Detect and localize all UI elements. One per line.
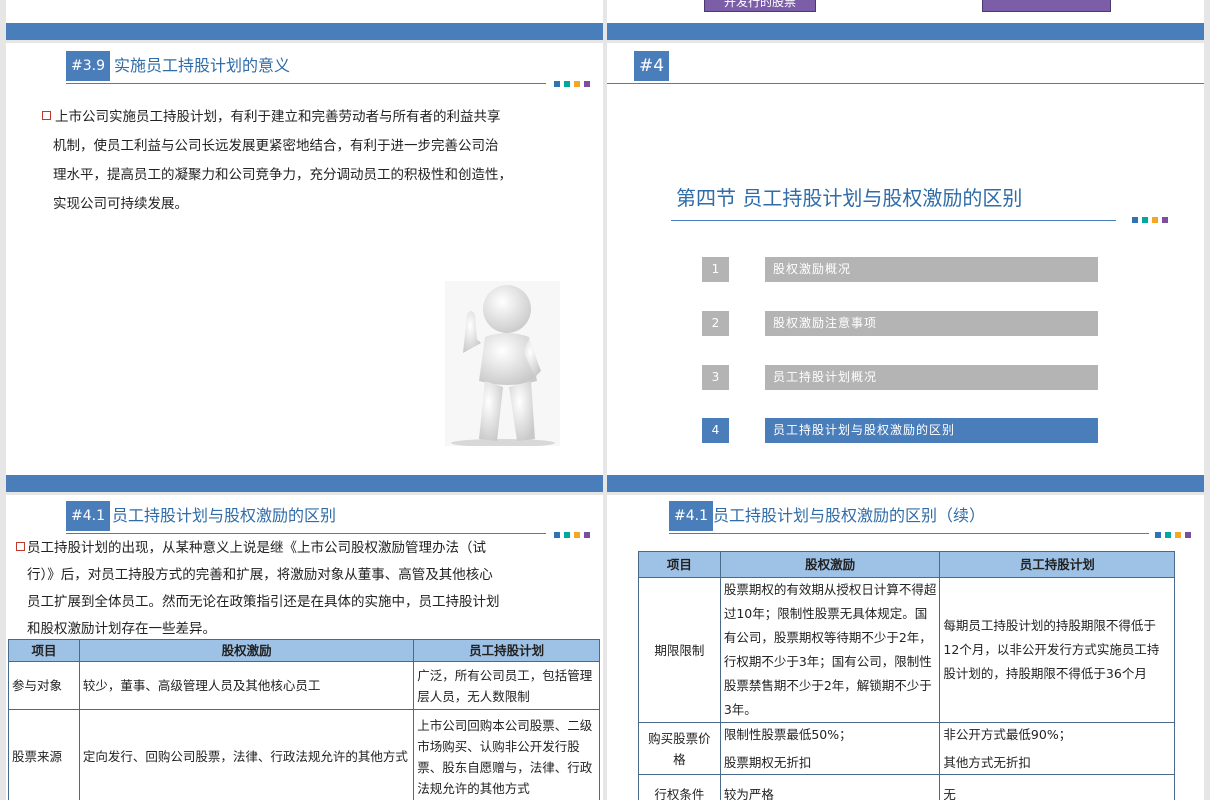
menu-label: 员工持股计划概况 <box>765 365 1098 390</box>
table-header: 项目 <box>638 551 721 578</box>
slide-3-9[interactable]: #3.9 实施员工持股计划的意义 上市公司实施员工持股计划，有利于建立和完善劳动… <box>6 43 603 475</box>
table-cell: 期限限制 <box>638 577 721 723</box>
slide-title: 实施员工持股计划的意义 <box>114 56 291 75</box>
deco-square <box>1162 217 1168 223</box>
slide-title: 员工持股计划与股权激励的区别（续） <box>713 506 986 525</box>
table-cell: 无 <box>939 774 1175 800</box>
header-line <box>607 83 1204 84</box>
para-line: 员工持股计划的出现，从某种意义上说是继《上市公司股权激励管理办法（试 <box>16 535 586 562</box>
deco-square <box>1185 532 1191 538</box>
comparison-table-cont: 项目 股权激励 员工持股计划 期限限制 股票期权的有效期从授权日计算不得超过10… <box>638 551 1175 800</box>
section-badge: #4 <box>634 51 670 81</box>
title-underline <box>669 533 1149 534</box>
slide-title: 员工持股计划与股权激励的区别 <box>112 506 337 525</box>
title-underline <box>66 533 546 534</box>
section-badge: #4.1 <box>66 501 110 531</box>
table-header: 员工持股计划 <box>939 551 1175 578</box>
line-text: 员工持股计划的出现，从某种意义上说是继《上市公司股权激励管理办法（试 <box>27 540 486 556</box>
table-row: 股票来源 定向发行、回购公司股票，法律、行政法规允许的其他方式 上市公司回购本公… <box>8 709 600 800</box>
table-cell: 上市公司回购本公司股票、二级市场购买、认购非公开发行股票、股东自愿赠与，法律、行… <box>413 709 600 800</box>
table-row: 购买股票价格 限制性股票最低50%； 股票期权无折扣 非公开方式最低90%； 其… <box>638 722 1175 775</box>
menu-number: 1 <box>702 257 729 282</box>
table-header: 股权激励 <box>78 639 415 662</box>
fragment-box <box>982 0 1111 12</box>
table-header: 股权激励 <box>719 551 941 578</box>
comparison-table: 项目 股权激励 员工持股计划 参与对象 较少，董事、高级管理人员及其他核心员工 … <box>8 639 600 800</box>
section-badge: #3.9 <box>66 51 110 81</box>
slide-4-1[interactable]: #4.1 员工持股计划与股权激励的区别 员工持股计划的出现，从某种意义上说是继《… <box>6 495 603 800</box>
para-line: 行）》后，对员工持股方式的完善和扩展，将激励对象从董事、高管及其他核心 <box>27 567 493 583</box>
menu-number: 2 <box>702 311 729 336</box>
menu-label: 股权激励注意事项 <box>765 311 1098 336</box>
menu-label: 股权激励概况 <box>765 257 1098 282</box>
table-cell: 股票来源 <box>8 709 80 800</box>
deco-square <box>1152 217 1158 223</box>
para-line: 理水平，提高员工的凝聚力和公司竞争力，充分调动员工的积极性和创造性， <box>53 167 512 183</box>
title-underline <box>66 83 546 84</box>
menu-number: 3 <box>702 365 729 390</box>
section-badge: #4.1 <box>669 501 713 531</box>
section-title: 第四节 员工持股计划与股权激励的区别 <box>676 186 1023 210</box>
table-header: 员工持股计划 <box>413 639 600 662</box>
menu-label: 员工持股计划与股权激励的区别 <box>765 418 1098 443</box>
deco-square <box>1175 532 1181 538</box>
para-line: 实现公司可持续发展。 <box>53 196 188 212</box>
table-header: 项目 <box>8 639 80 662</box>
bullet-icon <box>42 110 51 120</box>
deco-square <box>1155 532 1161 538</box>
slide-band <box>6 475 603 492</box>
bullet-icon <box>16 541 25 551</box>
deco-square <box>564 81 570 87</box>
table-row: 行权条件 较为严格 无 <box>638 774 1175 800</box>
deco-square <box>1165 532 1171 538</box>
table-cell: 股票期权的有效期从授权日计算不得超过10年；限制性股票无具体规定。国有公司，股票… <box>719 577 941 723</box>
table-header-row: 项目 股权激励 员工持股计划 <box>8 639 600 662</box>
fragment-button: 开发行的股票 <box>704 0 816 12</box>
table-cell: 较为严格 <box>719 774 941 800</box>
body-paragraph: 上市公司实施员工持股计划，有利于建立和完善劳动者与所有者的利益共享 机制，使员工… <box>42 103 582 219</box>
table-row: 参与对象 较少，董事、高级管理人员及其他核心员工 广泛，所有公司员工，包括管理层… <box>8 661 600 710</box>
table-cell: 广泛，所有公司员工，包括管理层人员，无人数限制 <box>413 661 600 710</box>
deco-square <box>554 81 560 87</box>
table-row: 期限限制 股票期权的有效期从授权日计算不得超过10年；限制性股票无具体规定。国有… <box>638 577 1175 723</box>
slide-top-left-partial <box>6 0 603 40</box>
table-cell: 定向发行、回购公司股票，法律、行政法规允许的其他方式 <box>78 709 415 800</box>
slide-band <box>607 23 1204 40</box>
table-cell: 每期员工持股计划的持股期限不得低于12个月，以非公开发行方式实施员工持股计划的，… <box>939 577 1175 723</box>
slide-4-section[interactable]: #4 第四节 员工持股计划与股权激励的区别 1 股权激励概况 2 股权激励注意事… <box>607 43 1204 475</box>
slide-band <box>607 475 1204 492</box>
deco-square <box>1132 217 1138 223</box>
para-line: 员工扩展到全体员工。然而无论在政策指引还是在具体的实施中，员工持股计划 <box>27 594 500 610</box>
table-cell: 限制性股票最低50%； 股票期权无折扣 <box>719 722 941 775</box>
table-cell: 较少，董事、高级管理人员及其他核心员工 <box>78 661 415 710</box>
table-cell: 行权条件 <box>638 774 721 800</box>
slide-4-1-cont[interactable]: #4.1 员工持股计划与股权激励的区别（续） 项目 股权激励 员工持股计划 期限… <box>607 495 1204 800</box>
para-line: 上市公司实施员工持股计划，有利于建立和完善劳动者与所有者的利益共享 <box>42 103 582 132</box>
slide-band <box>6 23 603 40</box>
table-cell: 非公开方式最低90%； 其他方式无折扣 <box>939 722 1175 775</box>
menu-number: 4 <box>702 418 729 443</box>
body-paragraph: 员工持股计划的出现，从某种意义上说是继《上市公司股权激励管理办法（试 行）》后，… <box>16 535 586 643</box>
para-line: 机制，使员工利益与公司长远发展更紧密地结合，有利于进一步完善公司治 <box>53 138 499 154</box>
title-underline <box>671 220 1116 221</box>
slide-top-right-partial: 开发行的股票 <box>607 0 1204 40</box>
deco-square <box>574 81 580 87</box>
table-cell: 参与对象 <box>8 661 80 710</box>
table-header-row: 项目 股权激励 员工持股计划 <box>638 551 1175 578</box>
table-cell: 购买股票价格 <box>638 722 721 775</box>
deco-square <box>1142 217 1148 223</box>
line-text: 上市公司实施员工持股计划，有利于建立和完善劳动者与所有者的利益共享 <box>55 109 501 125</box>
deco-square <box>584 81 590 87</box>
thumbs-up-figure-icon <box>445 281 560 446</box>
